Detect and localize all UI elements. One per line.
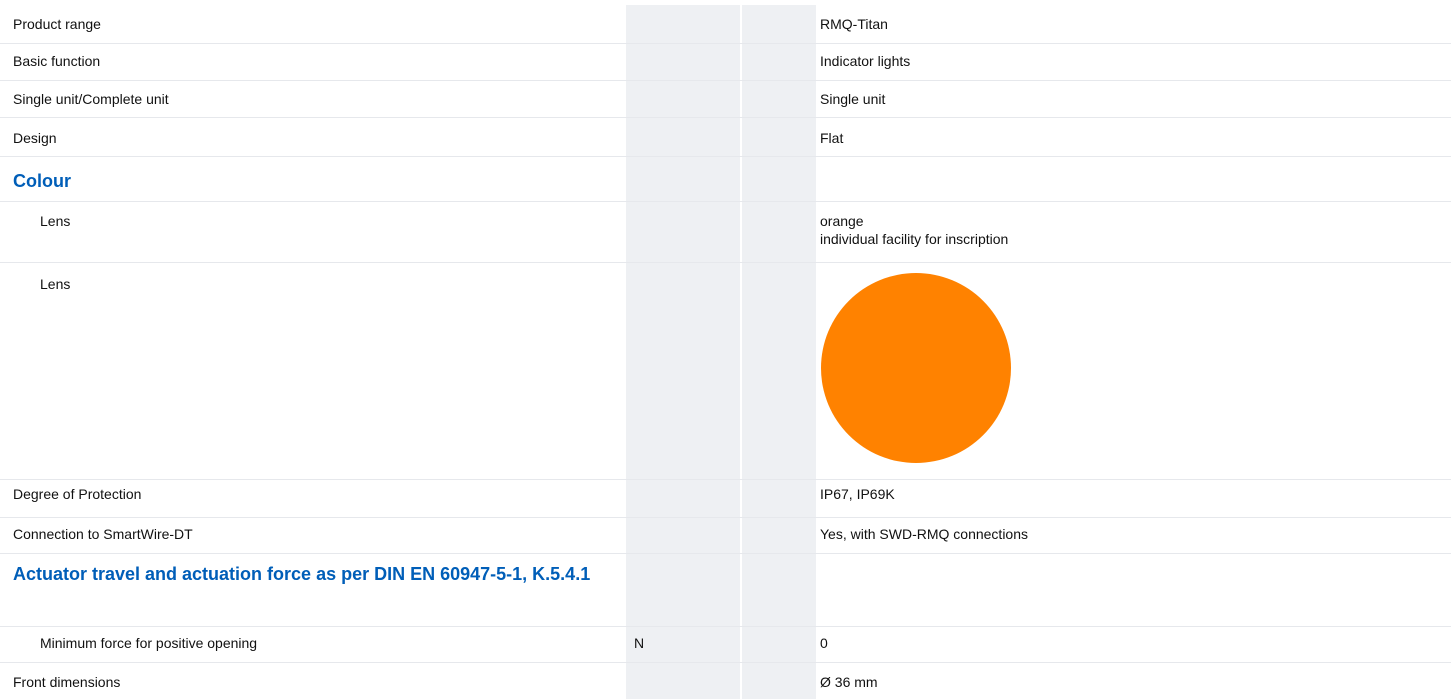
table-row: Product range RMQ-Titan (0, 5, 1451, 44)
table-row: Lens (0, 263, 1451, 480)
row-label: Lens (40, 213, 71, 229)
row-label: Product range (13, 16, 101, 32)
table-row: Minimum force for positive opening N 0 (0, 627, 1451, 663)
row-value-line: orange (820, 213, 864, 229)
row-label: Basic function (13, 53, 101, 69)
row-value-line: individual facility for inscription (820, 231, 1009, 247)
row-label: Degree of Protection (13, 486, 142, 502)
row-value: orange individual facility for inscripti… (820, 212, 1008, 248)
row-label: Single unit/Complete unit (13, 91, 169, 107)
spec-table: Product range RMQ-Titan Basic function I… (0, 0, 1451, 699)
row-value: IP67, IP69K (820, 486, 895, 502)
table-row: Front dimensions Ø 36 mm (0, 663, 1451, 699)
row-value: Flat (820, 130, 844, 146)
row-value: Indicator lights (820, 53, 911, 69)
table-row: Degree of Protection IP67, IP69K (0, 480, 1451, 518)
table-row: Lens orange individual facility for insc… (0, 202, 1451, 263)
section-heading-colour: Colour (13, 171, 71, 191)
row-label: Design (13, 130, 57, 146)
row-value: Single unit (820, 91, 886, 107)
row-label: Front dimensions (13, 674, 121, 690)
row-unit: N (634, 635, 645, 651)
table-row: Connection to SmartWire-DT Yes, with SWD… (0, 518, 1451, 554)
lens-colour-swatch (821, 273, 1011, 463)
row-label: Lens (40, 276, 71, 292)
section-heading-row: Actuator travel and actuation force as p… (0, 554, 1451, 627)
table-row: Basic function Indicator lights (0, 44, 1451, 81)
row-value: Ø 36 mm (820, 674, 878, 690)
row-label: Connection to SmartWire-DT (13, 526, 193, 542)
row-value: RMQ-Titan (820, 16, 888, 32)
row-value: Yes, with SWD-RMQ connections (820, 526, 1028, 542)
section-heading-row: Colour (0, 157, 1451, 202)
row-label: Minimum force for positive opening (40, 635, 258, 651)
section-heading-actuator: Actuator travel and actuation force as p… (13, 564, 591, 584)
row-value: 0 (820, 635, 828, 651)
table-row: Single unit/Complete unit Single unit (0, 81, 1451, 118)
table-row: Design Flat (0, 118, 1451, 157)
